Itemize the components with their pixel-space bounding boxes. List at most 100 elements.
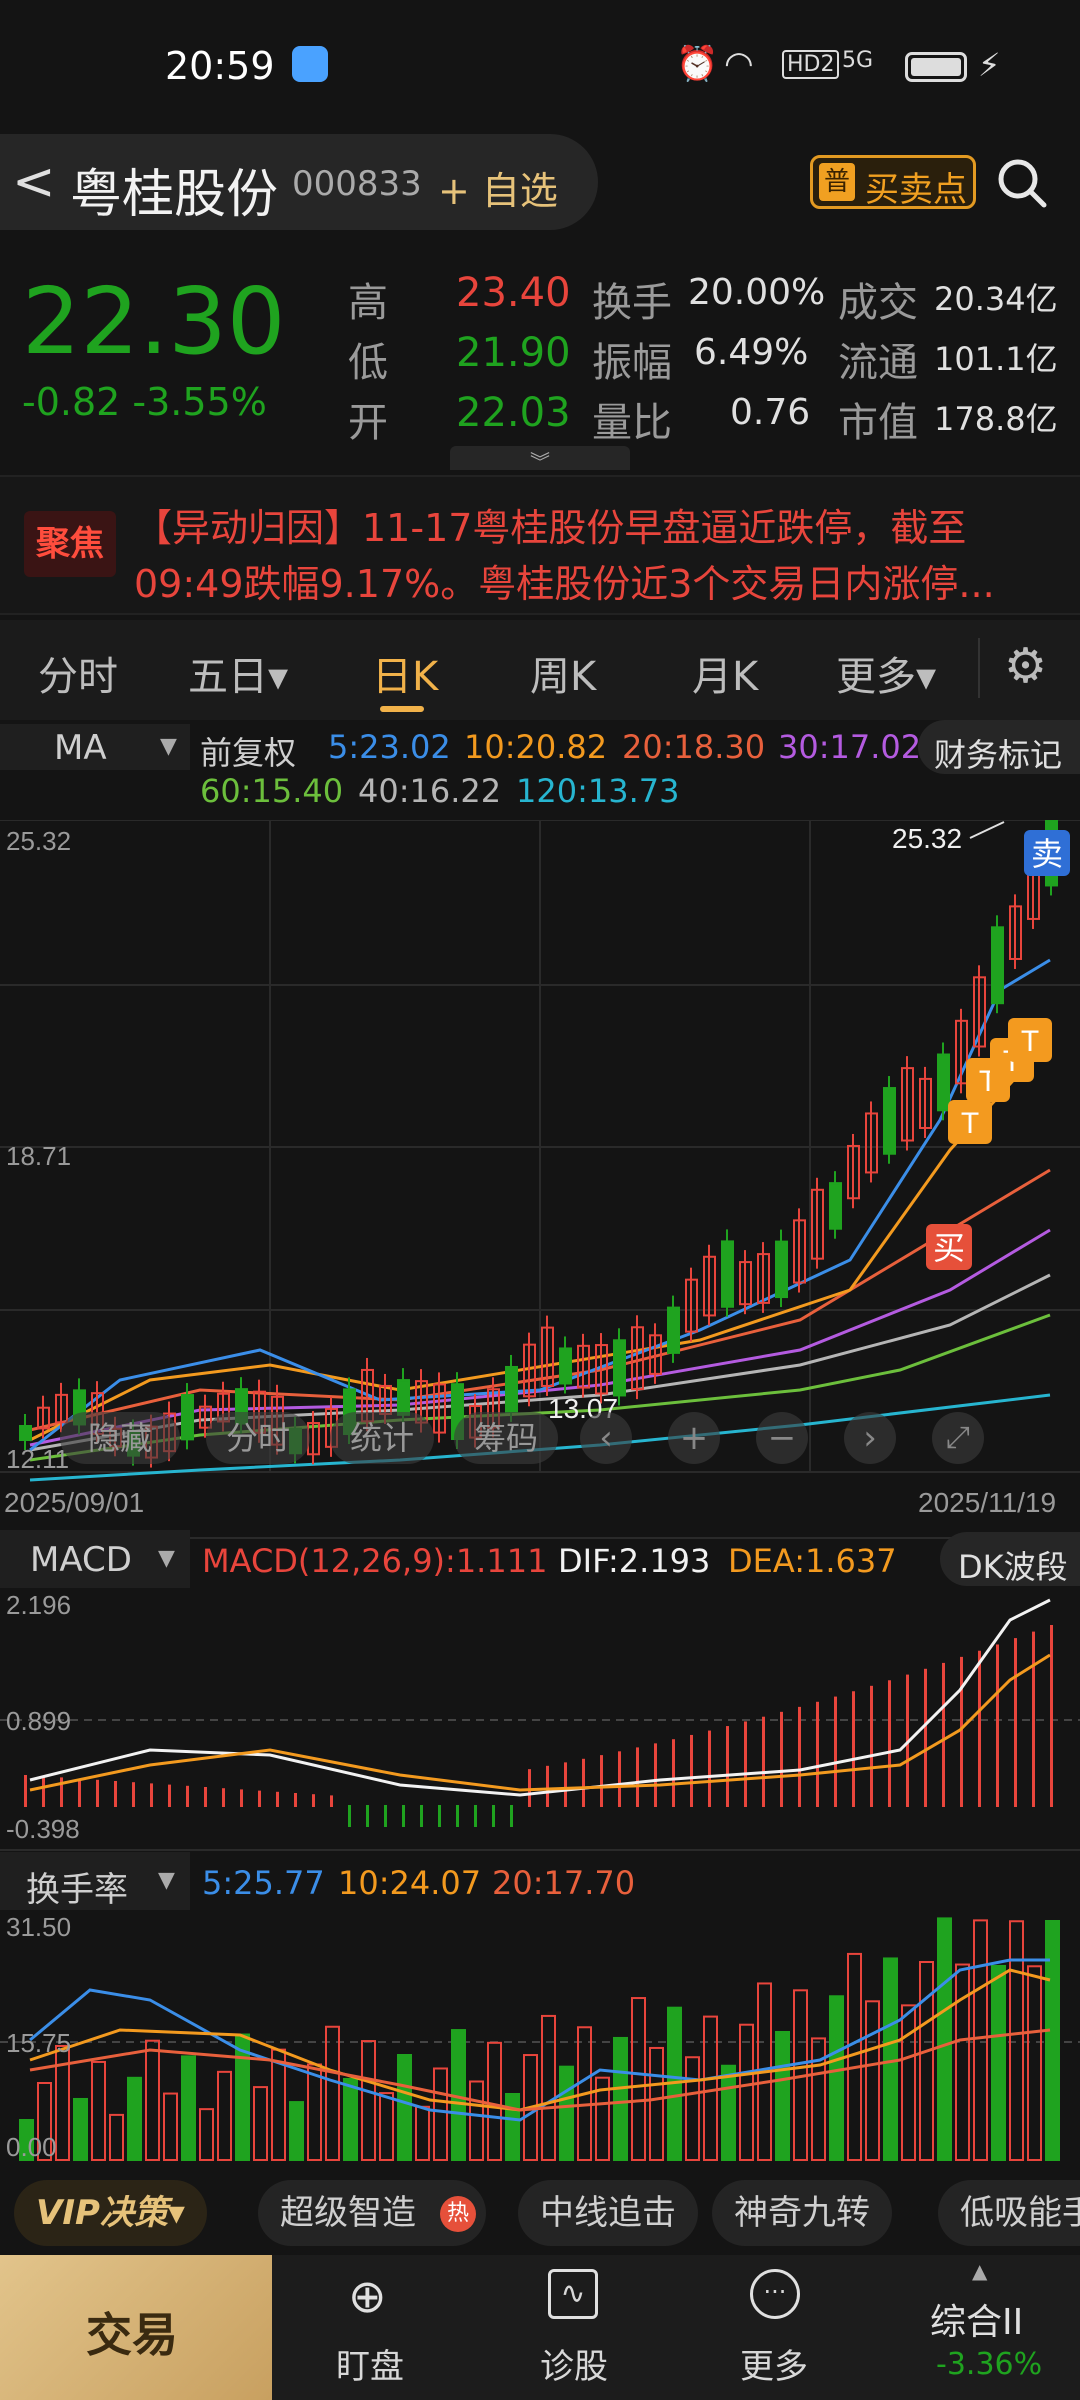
turnover-bar: [973, 1919, 988, 2162]
intraday-control[interactable]: 分时: [206, 1412, 310, 1464]
candle-body: [505, 1365, 518, 1413]
zoom-in-icon[interactable]: +: [668, 1412, 720, 1464]
turnover-bar: [613, 2036, 628, 2162]
index-ticker[interactable]: ▲ 综合II -3.36%: [900, 2255, 1080, 2400]
turnover-selector[interactable]: 换手率 ▼: [0, 1852, 190, 1910]
turnover-bar: [109, 2113, 124, 2161]
macd-bar: [276, 1791, 279, 1807]
search-icon[interactable]: [994, 155, 1048, 209]
scroll-left-icon[interactable]: ‹: [580, 1412, 632, 1464]
stats-control[interactable]: 统计: [330, 1412, 434, 1464]
focus-badge: 聚焦: [24, 511, 116, 577]
macd-bar: [834, 1696, 837, 1807]
ma120-value: 120:13.73: [516, 772, 680, 810]
tab-weekly-k[interactable]: 周K: [530, 644, 596, 702]
turnover-bar: [163, 2092, 178, 2161]
turnover-bar: [289, 2101, 304, 2161]
macd-bar: [690, 1734, 693, 1807]
turnover-y-mid: 15.75: [6, 2028, 71, 2058]
macd-bar: [960, 1656, 963, 1807]
tab-more[interactable]: 更多▾: [836, 644, 936, 702]
chevron-down-icon: ▼: [158, 1546, 175, 1571]
buy-sell-point-button[interactable]: 普 买卖点: [810, 155, 976, 210]
market-cap-label: 市值: [838, 400, 918, 446]
watch-nav-item[interactable]: ⊕ 盯盘: [300, 2255, 440, 2400]
macd-bar: [132, 1782, 135, 1807]
more-nav-item[interactable]: ··· 更多: [700, 2255, 850, 2400]
amount-label: 成交: [838, 280, 918, 326]
add-watchlist-button[interactable]: + 自选: [438, 160, 558, 215]
turnover-bar: [685, 2056, 700, 2162]
signal-icon: 5G: [842, 48, 874, 73]
trade-button[interactable]: 交易: [0, 2255, 272, 2400]
macd-bar: [1032, 1631, 1035, 1807]
dk-band-button[interactable]: DK波段: [940, 1532, 1080, 1586]
scroll-right-icon[interactable]: ›: [844, 1412, 896, 1464]
high-value: 23.40: [456, 270, 571, 316]
high-label: 高: [348, 280, 388, 326]
open-label: 开: [348, 400, 388, 446]
low-label: 低: [348, 340, 388, 386]
expand-chevron-icon[interactable]: ︾: [450, 446, 630, 474]
strategy-tags: VIP决策▾ 超级智造 热 中线追击 神奇九转 低吸能手: [0, 2180, 1080, 2252]
ma-legend: MA ▼ 前复权 5:23.02 10:20.82 20:18.30 30:17…: [0, 720, 1080, 820]
settings-gear-icon[interactable]: ⚙: [1004, 638, 1047, 694]
macd-bar: [942, 1662, 945, 1807]
tab-five-day[interactable]: 五日▾: [188, 644, 288, 702]
watch-label: 盯盘: [336, 2347, 404, 2387]
chips-control[interactable]: 筹码: [454, 1412, 558, 1464]
magic-nine-tag[interactable]: 神奇九转: [712, 2180, 892, 2246]
macd-bar: [294, 1793, 297, 1807]
hide-control[interactable]: 隐藏: [60, 1412, 180, 1464]
macd-selector[interactable]: MACD ▼: [0, 1530, 190, 1588]
candle-body: [613, 1339, 626, 1397]
date-start: 2025/09/01: [4, 1487, 144, 1518]
ma5-value: 5:23.02: [328, 728, 451, 766]
macd-bar: [24, 1775, 27, 1807]
candle-body: [883, 1087, 896, 1155]
macd-bar: [528, 1769, 531, 1807]
more-dots-icon: ···: [750, 2269, 800, 2319]
news-banner[interactable]: 聚焦 【异动归因】11-17粤桂股份早盘逼近跌停，截至 09:49跌幅9.17%…: [0, 475, 1080, 615]
tab-intraday[interactable]: 分时: [38, 644, 118, 702]
turnover-bar: [469, 2080, 484, 2162]
turnover-bar: [883, 1957, 898, 2161]
zoom-out-icon[interactable]: −: [756, 1412, 808, 1464]
tab-monthly-k[interactable]: 月K: [692, 644, 758, 702]
candle-body: [667, 1306, 680, 1354]
indicator-selector[interactable]: MA ▼: [0, 724, 190, 770]
low-buy-tag[interactable]: 低吸能手: [938, 2180, 1080, 2246]
expand-up-icon: ▲: [972, 2259, 988, 2283]
index-name: 综合II: [930, 2302, 1024, 2343]
turnover-selector-label: 换手率: [26, 1870, 128, 1910]
macd-selector-label: MACD: [30, 1540, 132, 1580]
vip-decision-tag[interactable]: VIP决策▾: [14, 2180, 207, 2246]
t-marker-4-label: T: [1021, 1025, 1039, 1058]
macd-bar: [600, 1755, 603, 1807]
diagnose-nav-item[interactable]: ∿ 诊股: [500, 2255, 650, 2400]
dea-line: [29, 1653, 1051, 1792]
fullscreen-icon[interactable]: ⤢: [932, 1412, 984, 1464]
mid-chase-tag[interactable]: 中线追击: [518, 2180, 698, 2246]
turnover-bar: [415, 2105, 430, 2162]
trade-label: 交易: [86, 2308, 178, 2362]
last-price: 22.30: [22, 268, 286, 375]
turnover-bar: [433, 2067, 448, 2161]
crosshair-icon: ⊕: [348, 2269, 387, 2323]
turnover-bar: [127, 2076, 142, 2161]
macd-bar: [978, 1650, 981, 1807]
tab-daily-k[interactable]: 日K: [372, 644, 438, 702]
macd-bar: [78, 1778, 81, 1807]
adjust-mode[interactable]: 前复权: [200, 728, 296, 774]
macd-bar: [672, 1739, 675, 1807]
macd-bar: [564, 1762, 567, 1807]
news-line-1: 【异动归因】11-17粤桂股份早盘逼近跌停，截至: [134, 506, 967, 550]
turnover-bar: [505, 2092, 520, 2162]
back-button[interactable]: <: [12, 152, 56, 212]
amount-value: 20.34亿: [934, 280, 1058, 318]
ma30-value: 30:17.02: [778, 728, 922, 766]
high-marker: 25.32: [892, 823, 962, 854]
finance-tag-button[interactable]: 财务标记: [918, 720, 1080, 774]
turnover-bar: [721, 2064, 736, 2161]
chart-area[interactable]: 25.32 18.71 12.11 25.32 13.07 2025/09/01…: [0, 820, 1080, 2220]
